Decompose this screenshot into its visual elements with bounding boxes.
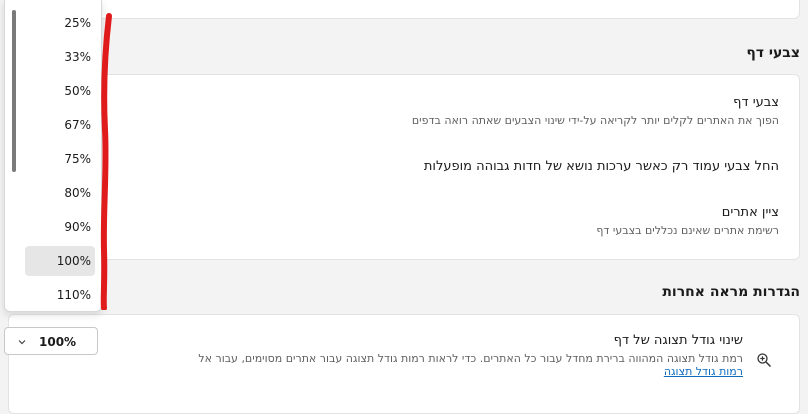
zoom-option[interactable]: 67% xyxy=(25,110,95,140)
page-zoom-desc-text: רמת גודל תצוגה המהווה ברירת מחדל עבור כל… xyxy=(198,352,743,365)
chevron-down-icon xyxy=(17,336,27,350)
page-zoom-card: שינוי גודל תצוגה של דף רמת גודל תצוגה המ… xyxy=(8,314,800,414)
zoom-level-dropdown: 25% 33% 50% 67% 75% 80% 90% 100% 110% xyxy=(4,0,102,312)
top-card xyxy=(8,0,800,19)
page-colors-row-desc: הפוך את האתרים לקלים יותר לקריאה על-ידי … xyxy=(411,114,779,127)
specify-sites-desc: רשימת אתרים שאינם נכללים בצבעי דף xyxy=(596,224,779,237)
specify-sites-row[interactable]: ציין אתרים רשימת אתרים שאינם נכללים בצבע… xyxy=(596,205,779,237)
page-colors-card: צבעי דף הפוך את האתרים לקלים יותר לקריאה… xyxy=(8,74,800,260)
zoom-option[interactable]: 80% xyxy=(25,178,95,208)
zoom-level-select[interactable]: 100% xyxy=(4,327,98,355)
page-colors-section-title: צבעי דף xyxy=(746,45,800,61)
zoom-option[interactable]: 50% xyxy=(25,76,95,106)
high-contrast-only-row[interactable]: החל צבעי עמוד רק כאשר ערכות נושא של חדות… xyxy=(424,159,779,174)
zoom-in-icon xyxy=(757,353,772,368)
zoom-levels-link[interactable]: רמות גודל תצוגה xyxy=(664,365,743,378)
zoom-option[interactable]: 33% xyxy=(25,42,95,72)
zoom-level-value: 100% xyxy=(39,335,77,349)
specify-sites-title: ציין אתרים xyxy=(721,205,779,220)
page-colors-row-title: צבעי דף xyxy=(733,95,779,110)
zoom-option[interactable]: 90% xyxy=(25,212,95,242)
page-colors-row[interactable]: צבעי דף הפוך את האתרים לקלים יותר לקריאה… xyxy=(412,95,779,127)
zoom-option[interactable]: 100% xyxy=(25,246,95,276)
other-appearance-section-title: הגדרות מראה אחרות xyxy=(662,284,800,300)
dropdown-scrollbar[interactable] xyxy=(12,10,16,172)
page-zoom-desc: רמת גודל תצוגה המהווה ברירת מחדל עבור כל… xyxy=(198,352,743,378)
zoom-option[interactable]: 25% xyxy=(25,8,95,38)
zoom-option[interactable]: 75% xyxy=(25,144,95,174)
zoom-option[interactable]: 110% xyxy=(25,280,95,310)
page-zoom-title: שינוי גודל תצוגה של דף xyxy=(613,333,743,348)
page-zoom-row: שינוי גודל תצוגה של דף רמת גודל תצוגה המ… xyxy=(198,333,743,378)
high-contrast-only-title: החל צבעי עמוד רק כאשר ערכות נושא של חדות… xyxy=(423,159,779,174)
